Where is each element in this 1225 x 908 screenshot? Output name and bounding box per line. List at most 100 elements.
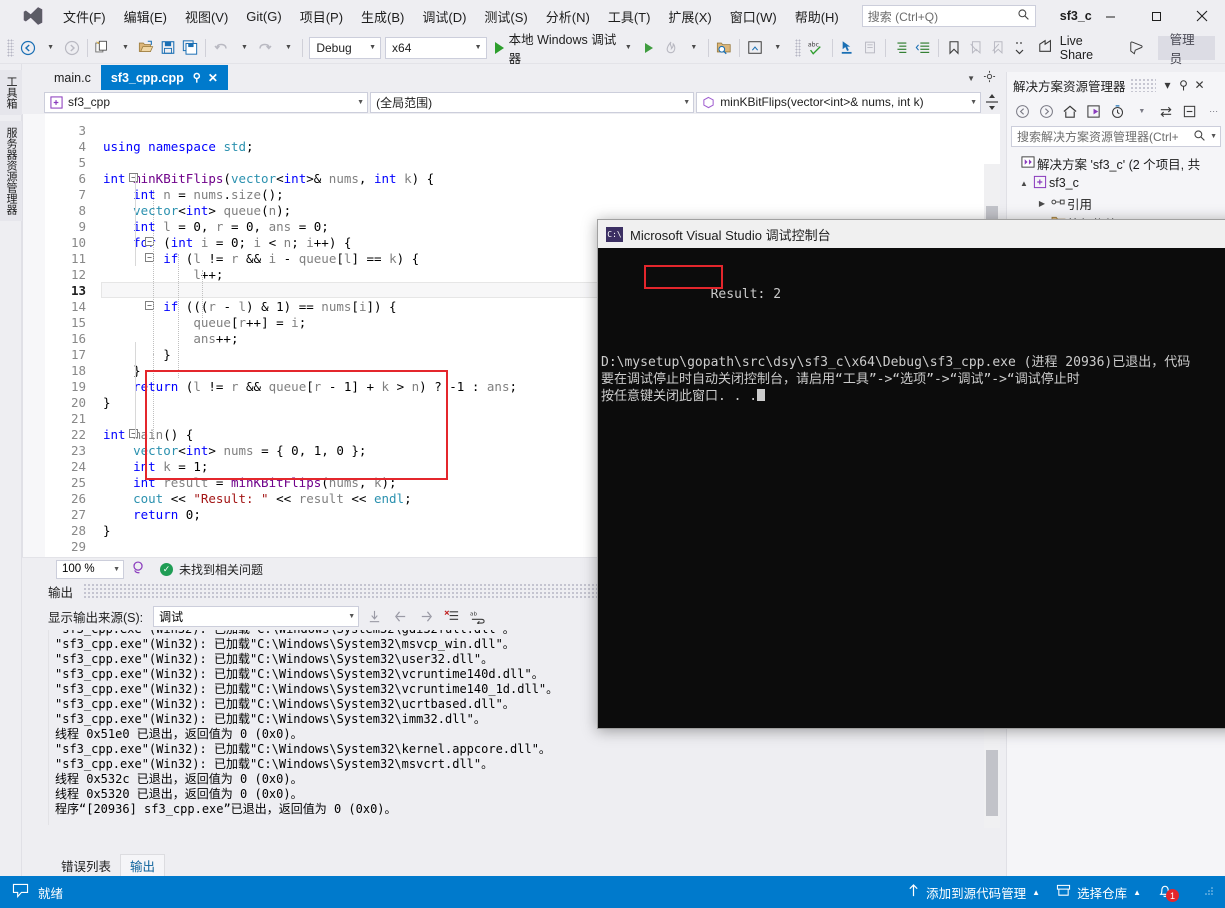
code-line-3[interactable]: 3 xyxy=(45,122,1000,138)
menu-edit[interactable]: 编辑(E) xyxy=(115,3,176,30)
close-button[interactable] xyxy=(1179,0,1225,32)
code-line-6[interactable]: 6 int minKBitFlips(vector<int>& nums, int… xyxy=(45,170,1000,186)
tree-node-references[interactable]: ▶ 引用 xyxy=(1007,193,1225,213)
send-feedback-icon[interactable] xyxy=(1126,36,1148,60)
console-title-bar[interactable]: C:\ Microsoft Visual Studio 调试控制台 xyxy=(598,220,1225,248)
close-icon[interactable]: ✕ xyxy=(208,71,218,85)
toolbar-grip[interactable] xyxy=(7,38,14,57)
navigate-backward-dropdown[interactable]: ▼ xyxy=(39,36,61,60)
pin-icon[interactable]: ⚲ xyxy=(1176,78,1192,92)
hot-reload-dropdown[interactable]: ▼ xyxy=(682,36,704,60)
window-layout-dropdown[interactable]: ▼ xyxy=(766,36,788,60)
menu-view[interactable]: 视图(V) xyxy=(176,3,237,30)
spell-check-icon[interactable]: abc xyxy=(804,36,828,60)
menu-debug[interactable]: 调试(D) xyxy=(413,3,475,30)
start-debugging-button[interactable]: 本地 Windows 调试器 ▼ xyxy=(489,33,638,66)
tab-error-list[interactable]: 错误列表 xyxy=(52,854,120,876)
previous-bookmark-icon[interactable] xyxy=(965,36,987,60)
open-file-icon[interactable] xyxy=(135,36,157,60)
code-line-7[interactable]: 7 int n = nums.size(); xyxy=(45,186,1000,202)
pending-changes-icon[interactable] xyxy=(1107,100,1130,122)
next-bookmark-icon[interactable] xyxy=(987,36,1009,60)
expander-closed-icon[interactable]: ▶ xyxy=(1035,199,1049,208)
project-scope-select[interactable]: sf3_cpp ▼ xyxy=(44,91,369,113)
solution-explorer-grip[interactable] xyxy=(1129,78,1156,92)
toggle-word-wrap-icon[interactable]: ab xyxy=(467,605,489,627)
redo-icon[interactable] xyxy=(254,36,276,60)
menu-analyze[interactable]: 分析(N) xyxy=(537,3,599,30)
menu-project[interactable]: 项目(P) xyxy=(291,3,352,30)
toolbox-vertical-tab[interactable]: 工具箱 xyxy=(0,70,22,115)
undo-icon[interactable] xyxy=(210,36,232,60)
menu-extensions[interactable]: 扩展(X) xyxy=(659,3,720,30)
new-project-dropdown[interactable]: ▼ xyxy=(113,36,135,60)
toggle-bookmark-icon[interactable] xyxy=(943,36,965,60)
search-input[interactable]: 搜索 (Ctrl+Q) xyxy=(861,5,1036,27)
start-without-debugging-icon[interactable] xyxy=(638,36,660,60)
debug-console-window[interactable]: C:\ Microsoft Visual Studio 调试控制台 Result… xyxy=(597,219,1225,729)
sync-with-active-document-icon[interactable] xyxy=(1154,100,1177,122)
expander-open-icon[interactable]: ▲ xyxy=(1017,179,1031,188)
solution-configuration-select[interactable]: Debug ▼ xyxy=(309,36,382,59)
console-output-area[interactable]: Result: 2 D:\mysetup\gopath\src\dsy\sf3_… xyxy=(598,248,1225,728)
tab-options-icon[interactable] xyxy=(983,70,996,86)
increase-indent-icon[interactable] xyxy=(890,36,912,60)
navigate-to-icon[interactable] xyxy=(837,36,859,60)
close-icon[interactable]: ✕ xyxy=(1192,78,1208,92)
solution-explorer-overflow-icon[interactable]: ⋯ xyxy=(1202,100,1225,122)
menu-test[interactable]: 测试(S) xyxy=(475,3,536,30)
fold-toggle-line-6[interactable]: − xyxy=(129,173,138,182)
go-to-message-icon[interactable] xyxy=(363,605,385,627)
navigate-backward-button[interactable] xyxy=(17,36,39,60)
menu-tools[interactable]: 工具(T) xyxy=(599,3,660,30)
select-repository-button[interactable]: 选择仓库 ▲ xyxy=(1056,883,1141,902)
clear-all-icon[interactable] xyxy=(441,605,463,627)
add-to-source-control-button[interactable]: 添加到源代码管理 ▲ xyxy=(907,883,1040,902)
back-icon[interactable] xyxy=(1011,100,1034,122)
search-in-files-icon[interactable] xyxy=(713,36,735,60)
tree-node-solution[interactable]: 解决方案 'sf3_c' (2 个项目, 共 xyxy=(1007,153,1225,173)
editor-indicator-margin[interactable] xyxy=(23,114,45,557)
tab-output[interactable]: 输出 xyxy=(120,854,166,876)
intellisense-icon[interactable] xyxy=(131,560,146,578)
forward-icon[interactable] xyxy=(1035,100,1058,122)
save-all-icon[interactable] xyxy=(179,36,201,60)
toolbar-overflow-button[interactable] xyxy=(1009,36,1031,60)
pending-changes-dropdown[interactable]: ▼ xyxy=(1130,100,1153,122)
server-explorer-vertical-tab[interactable]: 服务器资源管理器 xyxy=(0,121,22,221)
notifications-button[interactable]: 1 xyxy=(1157,883,1187,902)
member-scope-select[interactable]: minKBitFlips(vector<int>& nums, int k) ▼ xyxy=(696,91,982,113)
code-line-5[interactable]: 5 xyxy=(45,154,1000,170)
next-message-icon[interactable] xyxy=(415,605,437,627)
collapse-all-icon[interactable] xyxy=(1178,100,1201,122)
menu-help[interactable]: 帮助(H) xyxy=(786,3,848,30)
pin-icon[interactable]: ⚲ xyxy=(193,71,201,84)
search-options-dropdown-icon[interactable]: ▼ xyxy=(1206,133,1217,140)
solution-platform-select[interactable]: x64 ▼ xyxy=(385,36,487,59)
new-project-icon[interactable] xyxy=(91,36,113,60)
output-scroll-thumb[interactable] xyxy=(986,750,998,816)
tab-list-dropdown-icon[interactable]: ▼ xyxy=(967,74,975,83)
hot-reload-icon[interactable] xyxy=(660,36,682,60)
type-scope-select[interactable]: (全局范围) ▼ xyxy=(370,91,695,113)
minimize-button[interactable] xyxy=(1087,0,1133,32)
live-share-button[interactable]: Live Share xyxy=(1031,34,1118,62)
zoom-level-select[interactable]: 100 % ▼ xyxy=(56,559,124,579)
menu-window[interactable]: 窗口(W) xyxy=(721,3,786,30)
code-line-4[interactable]: 4 using namespace std; xyxy=(45,138,1000,154)
decrease-indent-icon[interactable] xyxy=(912,36,934,60)
home-icon[interactable] xyxy=(1059,100,1082,122)
window-layout-icon[interactable] xyxy=(744,36,766,60)
solution-explorer-search-input[interactable]: 搜索解决方案资源管理器(Ctrl+ ▼ xyxy=(1011,126,1221,147)
tab-main-c[interactable]: main.c xyxy=(44,65,101,90)
navigate-forward-button[interactable] xyxy=(61,36,83,60)
menu-file[interactable]: 文件(F) xyxy=(54,3,115,30)
tree-node-project-sf3c[interactable]: ▲ sf3_c xyxy=(1007,173,1225,193)
previous-message-icon[interactable] xyxy=(389,605,411,627)
output-source-select[interactable]: 调试 ▼ xyxy=(153,605,360,627)
redo-dropdown[interactable]: ▼ xyxy=(276,36,298,60)
comment-icon[interactable] xyxy=(859,36,881,60)
menu-git[interactable]: Git(G) xyxy=(237,5,290,28)
undo-dropdown[interactable]: ▼ xyxy=(232,36,254,60)
toolbar-grip-2[interactable] xyxy=(794,38,802,57)
